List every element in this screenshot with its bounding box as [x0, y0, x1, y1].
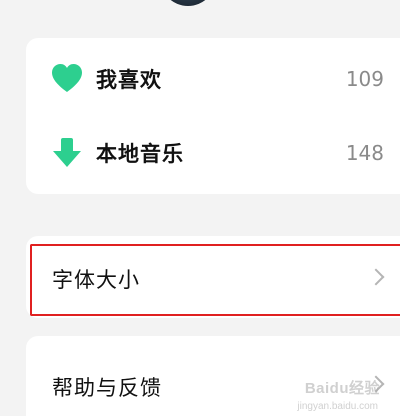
my-likes-row[interactable]: 我喜欢 109: [26, 58, 400, 100]
heart-icon: [52, 64, 82, 92]
help-feedback-label: 帮助与反馈: [52, 376, 162, 400]
music-library-card: 我喜欢 109 本地音乐 148: [26, 38, 400, 194]
chevron-right-icon: [367, 268, 385, 286]
watermark-brand: Baidu经验: [304, 380, 380, 397]
watermark-url: jingyan.baidu.com: [297, 401, 378, 412]
user-avatar[interactable]: [160, 0, 216, 6]
font-size-label: 字体大小: [52, 268, 140, 292]
my-likes-label: 我喜欢: [96, 68, 162, 92]
local-music-row[interactable]: 本地音乐 148: [26, 132, 400, 174]
settings-page: 我喜欢 109 本地音乐 148 字体大小 帮助与反馈 Baidu经验 jing…: [0, 0, 400, 416]
my-likes-count: 109: [345, 67, 384, 91]
local-music-label: 本地音乐: [96, 142, 184, 166]
download-arrow-icon: [53, 138, 81, 167]
local-music-count: 148: [345, 141, 384, 165]
font-size-row[interactable]: 字体大小: [26, 236, 400, 318]
